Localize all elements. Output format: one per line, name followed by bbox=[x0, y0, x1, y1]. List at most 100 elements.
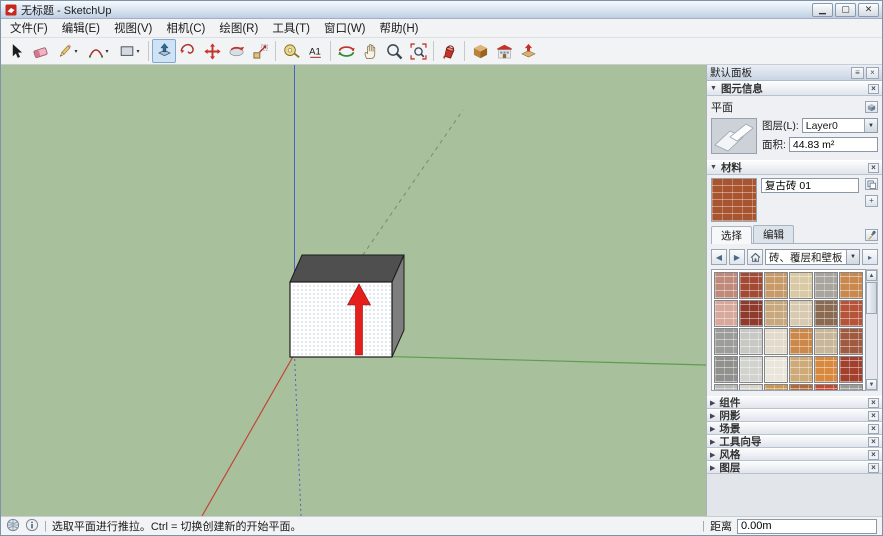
scroll-down-button[interactable]: ▼ bbox=[866, 379, 877, 390]
panel-close-button[interactable]: × bbox=[868, 411, 879, 421]
material-swatch-22[interactable] bbox=[814, 356, 838, 383]
material-swatch-9[interactable] bbox=[789, 300, 813, 327]
viewport[interactable] bbox=[1, 65, 706, 516]
material-swatch-17[interactable] bbox=[839, 328, 863, 355]
material-swatch-11[interactable] bbox=[839, 300, 863, 327]
minimize-button[interactable]: ▁ bbox=[812, 3, 833, 17]
tray-options-button[interactable]: ≡ bbox=[851, 67, 864, 79]
materials-close-button[interactable]: × bbox=[868, 163, 879, 173]
back-button[interactable]: ◀ bbox=[711, 249, 727, 265]
material-swatch-1[interactable] bbox=[739, 272, 763, 299]
get-models-button[interactable] bbox=[492, 39, 516, 63]
material-swatch-28[interactable] bbox=[814, 384, 838, 391]
scale-tool-button[interactable] bbox=[248, 39, 272, 63]
scroll-up-button[interactable]: ▲ bbox=[866, 270, 877, 281]
material-swatch-8[interactable] bbox=[764, 300, 788, 327]
panel-close-button[interactable]: × bbox=[868, 398, 879, 408]
distance-input[interactable] bbox=[737, 519, 877, 534]
tray-close-button[interactable]: × bbox=[866, 67, 879, 79]
material-swatch-20[interactable] bbox=[764, 356, 788, 383]
rotate-tool-button[interactable] bbox=[224, 39, 248, 63]
close-button[interactable]: ✕ bbox=[858, 3, 879, 17]
material-swatch-25[interactable] bbox=[739, 384, 763, 391]
credits-button[interactable] bbox=[25, 518, 39, 535]
text-tool-button[interactable]: A1 bbox=[303, 39, 327, 63]
zoom-extents-tool-button[interactable] bbox=[406, 39, 430, 63]
panel-close-button[interactable]: × bbox=[868, 463, 879, 473]
paint-bucket-tool-button[interactable] bbox=[437, 39, 461, 63]
menu-item-2[interactable]: 视图(V) bbox=[107, 18, 159, 38]
material-swatch-21[interactable] bbox=[789, 356, 813, 383]
tab-select[interactable]: 选择 bbox=[711, 226, 752, 244]
scroll-thumb[interactable] bbox=[866, 282, 877, 314]
material-swatch-0[interactable] bbox=[714, 272, 738, 299]
menu-item-3[interactable]: 相机(C) bbox=[159, 18, 212, 38]
component-tool-button[interactable] bbox=[468, 39, 492, 63]
material-swatch-27[interactable] bbox=[789, 384, 813, 391]
create-material-button[interactable]: + bbox=[865, 195, 878, 207]
swatch-scrollbar[interactable]: ▲ ▼ bbox=[866, 269, 878, 391]
entity-detail-button[interactable] bbox=[865, 101, 878, 113]
material-swatch-5[interactable] bbox=[839, 272, 863, 299]
box-top-face[interactable] bbox=[290, 255, 404, 282]
materials-content: + 选择 编辑 ◀ ▶ 砖、覆层和壁板 bbox=[707, 175, 882, 396]
pushpull-tool-button[interactable] bbox=[152, 39, 176, 63]
material-swatch-3[interactable] bbox=[789, 272, 813, 299]
entity-info-header[interactable]: ▼ 图元信息 × bbox=[707, 81, 882, 96]
forward-button[interactable]: ▶ bbox=[729, 249, 745, 265]
orbit-tool-button[interactable] bbox=[334, 39, 358, 63]
materials-header[interactable]: ▼ 材料 × bbox=[707, 160, 882, 175]
home-button[interactable] bbox=[747, 249, 763, 265]
tab-edit[interactable]: 编辑 bbox=[753, 225, 794, 243]
sample-paint-button[interactable] bbox=[865, 229, 878, 241]
material-swatch-13[interactable] bbox=[739, 328, 763, 355]
select-tool-button[interactable] bbox=[4, 39, 28, 63]
panel-close-button[interactable]: × bbox=[868, 424, 879, 434]
area-input[interactable] bbox=[789, 137, 878, 152]
material-swatch-2[interactable] bbox=[764, 272, 788, 299]
arc-tool-button[interactable]: ▾ bbox=[83, 39, 114, 63]
rectangle-tool-button[interactable]: ▾ bbox=[114, 39, 145, 63]
material-swatch-16[interactable] bbox=[814, 328, 838, 355]
tape-measure-tool-button[interactable] bbox=[279, 39, 303, 63]
menu-item-5[interactable]: 工具(T) bbox=[265, 18, 317, 38]
material-swatch-6[interactable] bbox=[714, 300, 738, 327]
category-dropdown[interactable]: 砖、覆层和壁板 ▼ bbox=[765, 249, 860, 265]
menu-item-1[interactable]: 编辑(E) bbox=[55, 18, 107, 38]
material-swatch-14[interactable] bbox=[764, 328, 788, 355]
menu-item-6[interactable]: 窗口(W) bbox=[317, 18, 373, 38]
material-swatch-12[interactable] bbox=[714, 328, 738, 355]
material-swatch-26[interactable] bbox=[764, 384, 788, 391]
material-swatch-4[interactable] bbox=[814, 272, 838, 299]
panel-close-button[interactable]: × bbox=[868, 437, 879, 447]
material-swatch-24[interactable] bbox=[714, 384, 738, 391]
collapsed-panel-5[interactable]: ▶图层× bbox=[707, 461, 882, 474]
box-front-face-selected[interactable] bbox=[290, 282, 392, 357]
pan-tool-button[interactable] bbox=[358, 39, 382, 63]
material-name-input[interactable] bbox=[761, 178, 859, 193]
geolocation-button[interactable] bbox=[6, 518, 20, 535]
menu-item-4[interactable]: 绘图(R) bbox=[212, 18, 265, 38]
menu-item-7[interactable]: 帮助(H) bbox=[373, 18, 426, 38]
menu-item-0[interactable]: 文件(F) bbox=[3, 18, 55, 38]
details-button[interactable]: ▸ bbox=[862, 249, 878, 265]
material-swatch-7[interactable] bbox=[739, 300, 763, 327]
layer-dropdown[interactable]: Layer0 ▼ bbox=[802, 118, 878, 133]
move-tool-button[interactable] bbox=[200, 39, 224, 63]
select-arrow-icon bbox=[8, 43, 25, 60]
material-swatch-23[interactable] bbox=[839, 356, 863, 383]
material-swatch-19[interactable] bbox=[739, 356, 763, 383]
zoom-tool-button[interactable] bbox=[382, 39, 406, 63]
eraser-tool-button[interactable] bbox=[28, 39, 52, 63]
material-swatch-18[interactable] bbox=[714, 356, 738, 383]
panel-close-button[interactable]: × bbox=[868, 450, 879, 460]
display-pane-button[interactable] bbox=[865, 178, 878, 190]
entity-info-close-button[interactable]: × bbox=[868, 84, 879, 94]
followme-tool-button[interactable] bbox=[176, 39, 200, 63]
maximize-button[interactable]: ▢ bbox=[835, 3, 856, 17]
line-tool-button[interactable]: ▾ bbox=[52, 39, 83, 63]
material-swatch-10[interactable] bbox=[814, 300, 838, 327]
material-swatch-15[interactable] bbox=[789, 328, 813, 355]
share-model-button[interactable] bbox=[516, 39, 540, 63]
material-swatch-29[interactable] bbox=[839, 384, 863, 391]
